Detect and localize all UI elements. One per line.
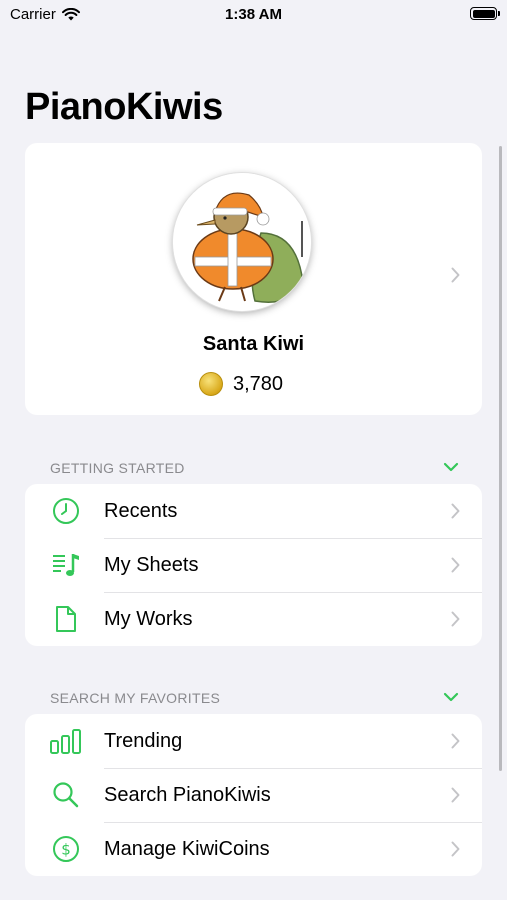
list-item-trending[interactable]: Trending bbox=[25, 714, 482, 768]
list-item-my-works[interactable]: My Works bbox=[25, 592, 482, 646]
coin-balance: 3,780 bbox=[199, 372, 283, 396]
scrollbar[interactable] bbox=[499, 146, 502, 771]
chevron-right-icon bbox=[451, 611, 460, 627]
section-header-getting-started: GETTING STARTED bbox=[50, 460, 185, 476]
list-item-label: My Sheets bbox=[104, 554, 199, 576]
list-item-label: Manage KiwiCoins bbox=[104, 838, 270, 860]
list-item-my-sheets[interactable]: My Sheets bbox=[25, 538, 482, 592]
bar-chart-icon bbox=[50, 729, 81, 754]
chevron-right-icon bbox=[451, 841, 460, 857]
list-item-label: Search PianoKiwis bbox=[104, 784, 271, 806]
status-time: 1:38 AM bbox=[225, 6, 282, 23]
chevron-right-icon bbox=[451, 557, 460, 573]
music-list-icon bbox=[53, 554, 79, 576]
getting-started-card: Recents My Sheets My Works bbox=[25, 484, 482, 646]
app-screen: Carrier 1:38 AM PianoKiwis Santa Kiwi 3,… bbox=[0, 0, 507, 900]
chevron-right-icon bbox=[451, 787, 460, 803]
search-favorites-card: Trending Search PianoKiwis $ Manage Kiwi… bbox=[25, 714, 482, 876]
page-title: PianoKiwis bbox=[25, 86, 223, 128]
chevron-down-icon[interactable] bbox=[443, 692, 459, 702]
list-item-search-pianokiwis[interactable]: Search PianoKiwis bbox=[25, 768, 482, 822]
list-item-manage-kiwicoins[interactable]: $ Manage KiwiCoins bbox=[25, 822, 482, 876]
profile-name: Santa Kiwi bbox=[202, 333, 305, 355]
chevron-right-icon bbox=[451, 267, 460, 283]
section-header-search-my-favorites: SEARCH MY FAVORITES bbox=[50, 690, 221, 706]
chevron-right-icon bbox=[451, 733, 460, 749]
search-icon bbox=[53, 782, 79, 808]
battery-icon bbox=[470, 7, 500, 20]
svg-text:$: $ bbox=[61, 841, 71, 859]
list-item-label: Trending bbox=[104, 730, 183, 752]
profile-card[interactable]: Santa Kiwi 3,780 bbox=[25, 143, 482, 415]
santa-kiwi-avatar-icon bbox=[173, 173, 311, 311]
document-icon bbox=[56, 606, 76, 632]
chevron-right-icon bbox=[451, 503, 460, 519]
status-bar: Carrier 1:38 AM bbox=[0, 0, 507, 30]
list-item-recents[interactable]: Recents bbox=[25, 484, 482, 538]
list-item-label: Recents bbox=[104, 500, 178, 522]
chevron-down-icon[interactable] bbox=[443, 462, 459, 472]
coin-icon bbox=[199, 372, 223, 396]
avatar[interactable] bbox=[173, 173, 311, 311]
coin-count: 3,780 bbox=[233, 372, 284, 395]
dollar-circle-icon: $ bbox=[53, 836, 79, 862]
clock-icon bbox=[53, 498, 79, 524]
list-item-label: My Works bbox=[104, 608, 193, 630]
